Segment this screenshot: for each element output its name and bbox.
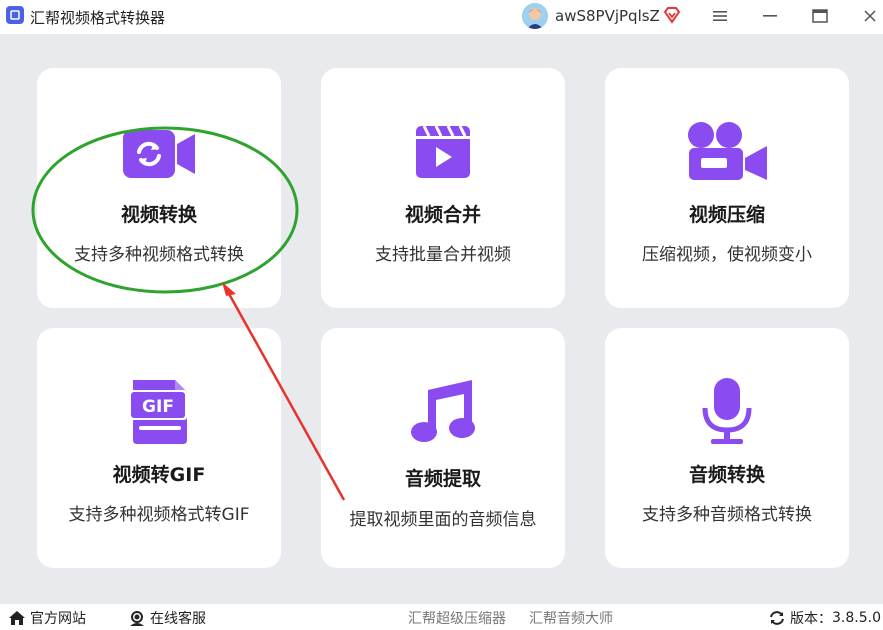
version-number: 3.8.5.0 — [832, 610, 881, 626]
compressor-link[interactable]: 汇帮超级压缩器 — [408, 608, 506, 628]
version-info[interactable]: 版本： 3.8.5.0 — [768, 608, 881, 628]
microphone-icon — [702, 378, 752, 444]
card-desc: 支持多种音频格式转换 — [642, 505, 812, 525]
app-title: 汇帮视频格式转换器 — [30, 9, 166, 27]
avatar[interactable] — [522, 3, 548, 29]
minimize-button[interactable] — [750, 0, 790, 32]
title-bar: 汇帮视频格式转换器 awS8PVjPqlsZ — [0, 0, 883, 34]
card-video-compress[interactable]: 视频压缩 压缩视频，使视频变小 — [605, 68, 849, 308]
headset-icon — [130, 611, 144, 626]
app-logo-icon — [6, 6, 24, 24]
card-title: 视频压缩 — [688, 204, 765, 226]
card-title: 音频转换 — [688, 464, 765, 486]
card-desc: 提取视频里面的音频信息 — [349, 510, 537, 530]
card-desc: 支持多种视频格式转换 — [74, 245, 244, 265]
music-note-icon — [411, 380, 475, 442]
card-video-to-gif[interactable]: GIF 视频转GIF 支持多种视频格式转GIF — [37, 328, 281, 568]
refresh-icon — [770, 611, 784, 625]
card-audio-convert[interactable]: 音频转换 支持多种音频格式转换 — [605, 328, 849, 568]
card-title: 视频转GIF — [112, 464, 206, 486]
home-icon — [9, 611, 25, 625]
video-convert-icon — [123, 130, 195, 178]
website-label: 官方网站 — [30, 611, 86, 627]
website-link[interactable]: 官方网站 — [8, 608, 86, 628]
username[interactable]: awS8PVjPqlsZ — [555, 7, 660, 25]
footer-bar: 官方网站 在线客服 汇帮超级压缩器 汇帮音频大师 版本： 3.8.5.0 — [0, 604, 883, 630]
audio-master-label: 汇帮音频大师 — [529, 611, 613, 627]
card-title: 视频转换 — [120, 204, 197, 226]
close-icon — [864, 10, 876, 22]
compressor-label: 汇帮超级压缩器 — [408, 611, 506, 627]
gif-icon-label: GIF — [142, 397, 174, 417]
video-camera-icon — [688, 122, 767, 180]
menu-button[interactable] — [700, 0, 740, 32]
card-desc: 支持批量合并视频 — [375, 245, 511, 265]
audio-master-link[interactable]: 汇帮音频大师 — [529, 608, 613, 628]
card-title: 音频提取 — [404, 468, 481, 490]
close-button[interactable] — [850, 0, 883, 32]
support-link[interactable]: 在线客服 — [128, 608, 206, 628]
version-label: 版本： — [790, 611, 832, 627]
card-desc: 压缩视频，使视频变小 — [642, 245, 812, 265]
hamburger-icon — [713, 11, 727, 21]
card-video-merge[interactable]: 视频合并 支持批量合并视频 — [321, 68, 565, 308]
gif-file-icon: GIF — [129, 380, 187, 444]
maximize-icon — [812, 9, 828, 23]
minimize-icon — [763, 15, 777, 17]
maximize-button[interactable] — [800, 0, 840, 32]
card-video-convert[interactable]: 视频转换 支持多种视频格式转换 — [37, 68, 281, 308]
support-label: 在线客服 — [150, 611, 206, 627]
vip-diamond-icon[interactable] — [663, 6, 681, 24]
video-merge-icon — [416, 125, 470, 178]
card-desc: 支持多种视频格式转GIF — [68, 505, 250, 525]
card-title: 视频合并 — [404, 204, 481, 226]
card-audio-extract[interactable]: 音频提取 提取视频里面的音频信息 — [321, 328, 565, 568]
